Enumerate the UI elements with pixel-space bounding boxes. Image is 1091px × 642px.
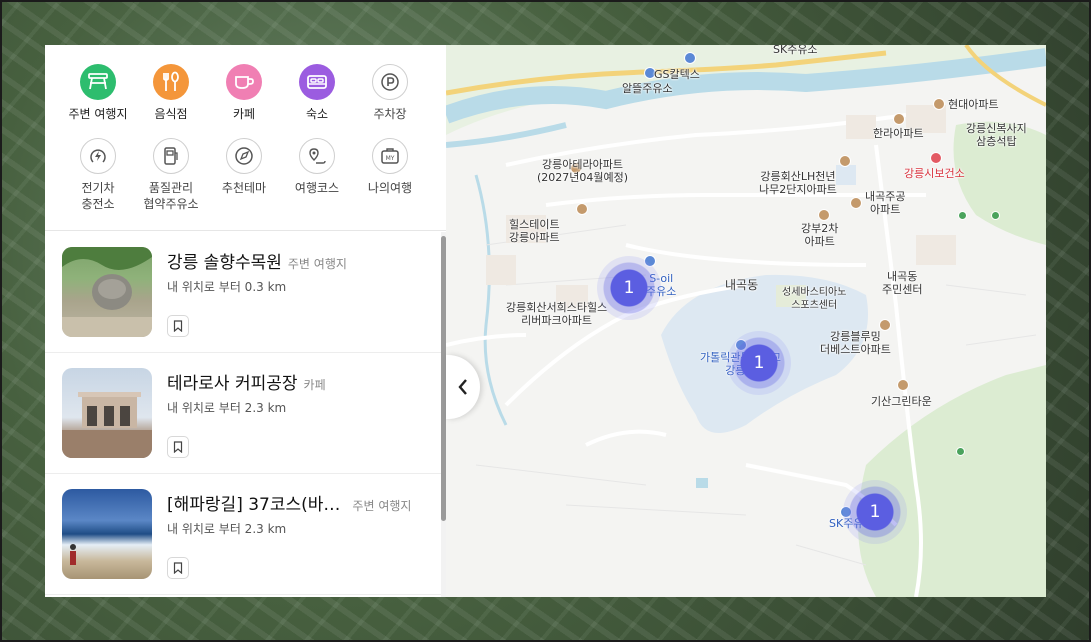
map-label-gangbu: 강부2차 아파트 bbox=[801, 222, 839, 248]
category-lodging[interactable]: 숙소 bbox=[280, 64, 354, 122]
category-cafe[interactable]: 카페 bbox=[207, 64, 281, 122]
bookmark-icon bbox=[173, 441, 183, 453]
bookmark-button[interactable] bbox=[167, 436, 189, 458]
ev-charger-icon bbox=[80, 138, 116, 174]
category-ev-charger[interactable]: 전기차 충전소 bbox=[61, 138, 135, 212]
place-distance: 내 위치로 부터 0.3 km bbox=[167, 280, 287, 294]
apartment-marker[interactable] bbox=[839, 155, 851, 167]
bookmark-button[interactable] bbox=[167, 557, 189, 579]
place-title: 테라로사 커피공장 bbox=[167, 374, 298, 394]
place-category: 주변 여행지 bbox=[352, 499, 412, 513]
place-thumbnail bbox=[62, 489, 152, 579]
category-grid: 주변 여행지 음식점 카페 숙소 주차장 전기차 충전소 품질관리 협약주유소 … bbox=[45, 45, 446, 231]
map-label-hyundai: 현대아파트 bbox=[948, 98, 999, 111]
place-distance: 내 위치로 부터 2.3 km bbox=[167, 522, 287, 536]
place-category: 카페 bbox=[303, 378, 326, 392]
utensils-icon bbox=[153, 64, 189, 100]
bookmark-button[interactable] bbox=[167, 315, 189, 337]
svg-text:MY: MY bbox=[386, 155, 395, 162]
park-marker[interactable] bbox=[956, 447, 965, 456]
category-parking[interactable]: 주차장 bbox=[353, 64, 427, 122]
map-label-health-center: 강릉시보건소 bbox=[904, 167, 965, 180]
table-icon bbox=[80, 64, 116, 100]
map-label-altteul: 알뜰주유소 bbox=[622, 82, 673, 95]
map-label-terra-apt: 강릉아테라아파트 (2027년04월예정) bbox=[537, 158, 629, 184]
apartment-marker[interactable] bbox=[893, 113, 905, 125]
place-thumbnail bbox=[62, 368, 152, 458]
map-label-hanra: 한라아파트 bbox=[873, 127, 924, 140]
side-panel: 주변 여행지 음식점 카페 숙소 주차장 전기차 충전소 품질관리 협약주유소 … bbox=[45, 45, 446, 597]
place-thumbnail bbox=[62, 247, 152, 337]
gas-pump-icon bbox=[153, 138, 189, 174]
chevron-left-icon bbox=[458, 379, 467, 395]
category-tour[interactable]: 주변 여행지 bbox=[61, 64, 135, 122]
my-bag-icon: MY bbox=[372, 138, 408, 174]
list-item[interactable]: [해파랑길] 37코스(바… 주변 여행지 내 위치로 부터 2.3 km bbox=[45, 474, 443, 595]
apartment-marker[interactable] bbox=[576, 203, 588, 215]
theme-compass-icon bbox=[226, 138, 262, 174]
park-marker[interactable] bbox=[991, 211, 1000, 220]
place-title: 강릉 솔향수목원 bbox=[167, 253, 282, 273]
place-list: 강릉 솔향수목원 주변 여행지 내 위치로 부터 0.3 km 테라로사 커피공장… bbox=[45, 232, 443, 597]
apartment-marker[interactable] bbox=[850, 197, 862, 209]
hospital-marker[interactable] bbox=[930, 152, 942, 164]
map-label-gs: GS칼텍스 bbox=[654, 68, 700, 81]
map-label-lh: 강릉회산LH천년 나무2단지아파트 bbox=[759, 170, 837, 196]
map-label-sinboksa: 강릉신복사지 삼층석탑 bbox=[966, 122, 1027, 148]
park-marker[interactable] bbox=[958, 211, 967, 220]
category-theme[interactable]: 추천테마 bbox=[207, 138, 281, 196]
cluster-marker[interactable]: 1 bbox=[727, 331, 791, 395]
map-app: 주변 여행지 음식점 카페 숙소 주차장 전기차 충전소 품질관리 협약주유소 … bbox=[45, 45, 1046, 597]
map-label-bluming: 강릉블루밍 더베스트아파트 bbox=[820, 330, 891, 356]
map-view[interactable]: SK주유소 GS칼텍스 알뜰주유소 현대아파트 한라아파트 강릉신복사지 삼층석… bbox=[446, 45, 1046, 597]
bed-icon bbox=[299, 64, 335, 100]
apartment-marker[interactable] bbox=[933, 98, 945, 110]
map-label-gisan: 기산그린타운 bbox=[871, 395, 932, 408]
cluster-marker[interactable]: 1 bbox=[597, 256, 661, 320]
map-label-sports-center: 성세바스티아노 스포츠센터 bbox=[782, 287, 847, 311]
list-item[interactable]: 테라로사 커피공장 카페 내 위치로 부터 2.3 km bbox=[45, 353, 443, 474]
map-label-hillstate: 힐스테이트 강릉아파트 bbox=[509, 218, 560, 244]
category-my-trip[interactable]: MY 나의여행 bbox=[353, 138, 427, 196]
route-icon bbox=[299, 138, 335, 174]
place-title: [해파랑길] 37코스(바… bbox=[167, 495, 341, 515]
parking-icon bbox=[372, 64, 408, 100]
place-category: 주변 여행지 bbox=[287, 257, 347, 271]
place-distance: 내 위치로 부터 2.3 km bbox=[167, 401, 287, 415]
gas-station-marker[interactable] bbox=[684, 52, 696, 64]
list-item[interactable]: 강릉 솔향수목원 주변 여행지 내 위치로 부터 0.3 km bbox=[45, 232, 443, 353]
cluster-marker[interactable]: 1 bbox=[843, 480, 907, 544]
map-label-naegok-dong: 내곡동 bbox=[725, 278, 759, 292]
map-label-riverpark: 강릉회산서희스타힐스 리버파크아파트 bbox=[506, 301, 608, 327]
category-course[interactable]: 여행코스 bbox=[280, 138, 354, 196]
apartment-marker[interactable] bbox=[818, 209, 830, 221]
bookmark-icon bbox=[173, 562, 183, 574]
map-label-naegok-center: 내곡동 주민센터 bbox=[882, 270, 923, 296]
coffee-cup-icon bbox=[226, 64, 262, 100]
apartment-marker[interactable] bbox=[897, 379, 909, 391]
category-gas-station[interactable]: 품질관리 협약주유소 bbox=[134, 138, 208, 212]
map-label-naegok-jugong: 내곡주공 아파트 bbox=[865, 190, 906, 216]
category-food[interactable]: 음식점 bbox=[134, 64, 208, 122]
map-label-sk-top: SK주유소 bbox=[773, 45, 818, 56]
bookmark-icon bbox=[173, 320, 183, 332]
